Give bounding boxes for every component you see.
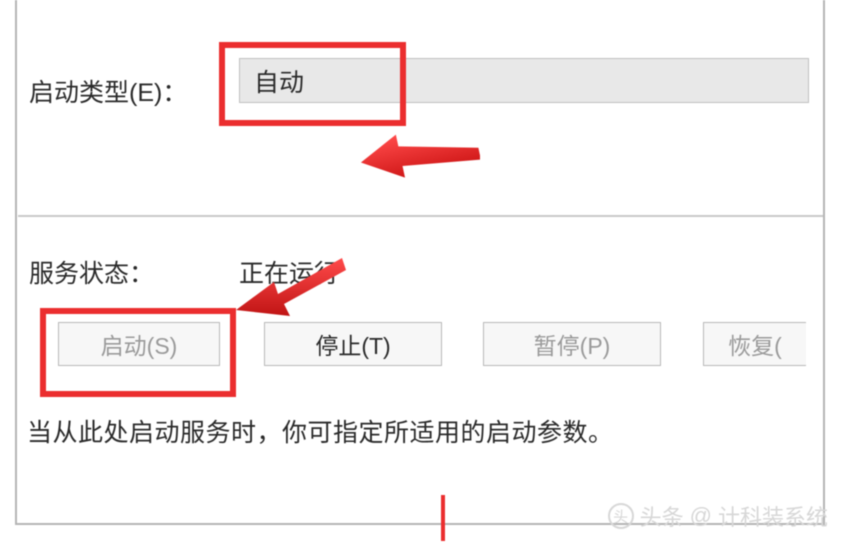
watermark-prefix: 头条 <box>640 500 684 532</box>
service-status-label: 服务状态： <box>29 254 154 290</box>
stop-button[interactable]: 停止(T) <box>264 322 442 366</box>
pause-button-label: 暂停(P) <box>534 327 611 361</box>
watermark: 头 头条 @ 计科装系统 <box>608 500 828 532</box>
startup-parameters-hint: 当从此处启动服务时，你可指定所适用的启动参数。 <box>27 413 614 449</box>
section-divider <box>18 215 823 217</box>
watermark-name: 计科装系统 <box>718 500 828 532</box>
stop-button-label: 停止(T) <box>315 327 390 361</box>
resume-button[interactable]: 恢复( <box>703 322 806 366</box>
watermark-at: @ <box>690 503 712 529</box>
service-status-value: 正在运行 <box>239 254 339 290</box>
start-button-label: 启动(S) <box>101 327 178 361</box>
startup-type-dropdown[interactable]: 自动 <box>239 58 809 103</box>
watermark-logo-icon: 头 <box>608 503 634 529</box>
pause-button[interactable]: 暂停(P) <box>483 322 661 366</box>
startup-type-label: 启动类型(E)： <box>29 73 187 109</box>
resume-button-label: 恢复( <box>728 327 782 361</box>
start-button[interactable]: 启动(S) <box>58 322 220 366</box>
startup-type-value: 自动 <box>254 63 304 99</box>
